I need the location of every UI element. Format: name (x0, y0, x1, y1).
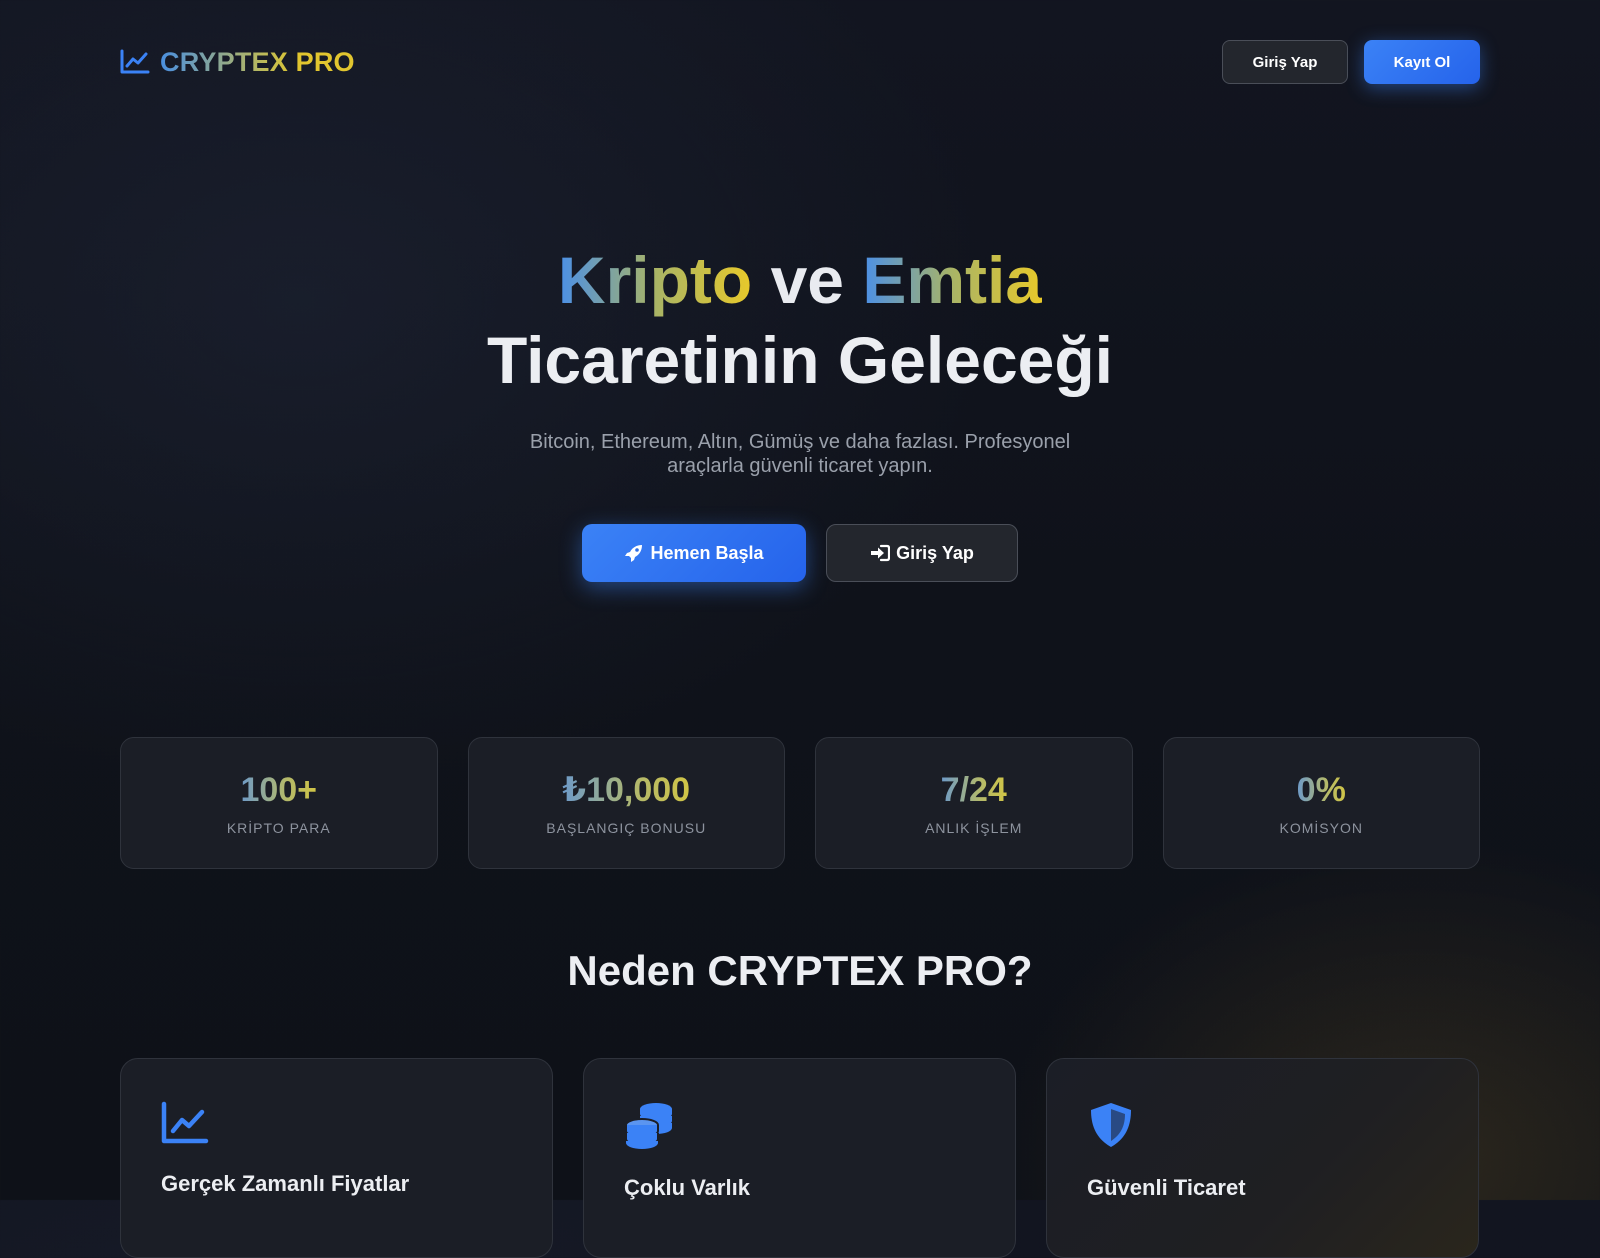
shield-icon (1087, 1101, 1438, 1149)
hero-title-line1: Kripto ve Emtia (0, 240, 1600, 320)
hero-word-kripto: Kripto (557, 243, 753, 317)
nav-actions: Giriş Yap Kayıt Ol (1222, 40, 1480, 84)
stat-label: KOMİSYON (1279, 820, 1363, 836)
hero-buttons: Hemen Başla Giriş Yap (0, 524, 1600, 582)
top-navbar: CRYPTEX PRO Giriş Yap Kayıt Ol (120, 40, 1480, 84)
hero-title-line2: Ticaretinin Geleceği (486, 323, 1114, 397)
stat-value: 7/24 (940, 771, 1007, 809)
brand-name-part2: PRO (295, 46, 355, 77)
feature-title: Gerçek Zamanlı Fiyatlar (161, 1171, 410, 1196)
register-button[interactable]: Kayıt Ol (1364, 40, 1480, 84)
stats-row: 100+ KRİPTO PARA ₺10,000 BAŞLANGIÇ BONUS… (120, 737, 1480, 869)
stat-label: BAŞLANGIÇ BONUSU (546, 820, 707, 836)
stat-value: 0% (1296, 771, 1346, 809)
hero-subtitle: Bitcoin, Ethereum, Altın, Gümüş ve daha … (529, 431, 1071, 477)
brand-name: CRYPTEX PRO (160, 47, 355, 78)
feature-card-secure-trading: Güvenli Ticaret (1046, 1058, 1479, 1258)
feature-card-multi-asset: Çoklu Varlık (583, 1058, 1016, 1258)
feature-title: Güvenli Ticaret (1087, 1175, 1246, 1200)
chart-line-icon (120, 49, 150, 75)
stat-value: 100+ (240, 771, 318, 809)
hero-word-ve: ve (770, 243, 844, 317)
brand-logo[interactable]: CRYPTEX PRO (120, 47, 355, 78)
hero-login-label: Giriş Yap (896, 542, 974, 563)
why-section-title: Neden CRYPTEX PRO? (567, 947, 1033, 994)
stat-value: ₺10,000 (562, 771, 691, 809)
start-now-label: Hemen Başla (650, 542, 764, 563)
chart-line-icon (161, 1101, 512, 1145)
hero-word-emtia: Emtia (862, 243, 1043, 317)
features-row: Gerçek Zamanlı Fiyatlar Çoklu Varlık Güv… (120, 1058, 1480, 1258)
sign-in-icon (870, 544, 891, 562)
stat-label: ANLIK İŞLEM (925, 820, 1023, 836)
start-now-button[interactable]: Hemen Başla (582, 524, 806, 582)
rocket-icon (624, 543, 644, 563)
login-button[interactable]: Giriş Yap (1222, 40, 1348, 84)
stat-card-trading: 7/24 ANLIK İŞLEM (815, 737, 1133, 869)
hero-login-button[interactable]: Giriş Yap (826, 524, 1018, 582)
stat-card-crypto: 100+ KRİPTO PARA (120, 737, 438, 869)
stat-card-commission: 0% KOMİSYON (1162, 737, 1480, 869)
coins-icon (624, 1101, 975, 1149)
stat-label: KRİPTO PARA (226, 820, 331, 836)
stat-card-bonus: ₺10,000 BAŞLANGIÇ BONUSU (467, 737, 785, 869)
brand-name-part1: CRYPTEX (160, 46, 288, 77)
hero-section: Kripto ve Emtia Ticaretinin Geleceği Bit… (0, 240, 1600, 582)
feature-card-realtime-prices: Gerçek Zamanlı Fiyatlar (120, 1058, 553, 1258)
feature-title: Çoklu Varlık (624, 1175, 750, 1200)
